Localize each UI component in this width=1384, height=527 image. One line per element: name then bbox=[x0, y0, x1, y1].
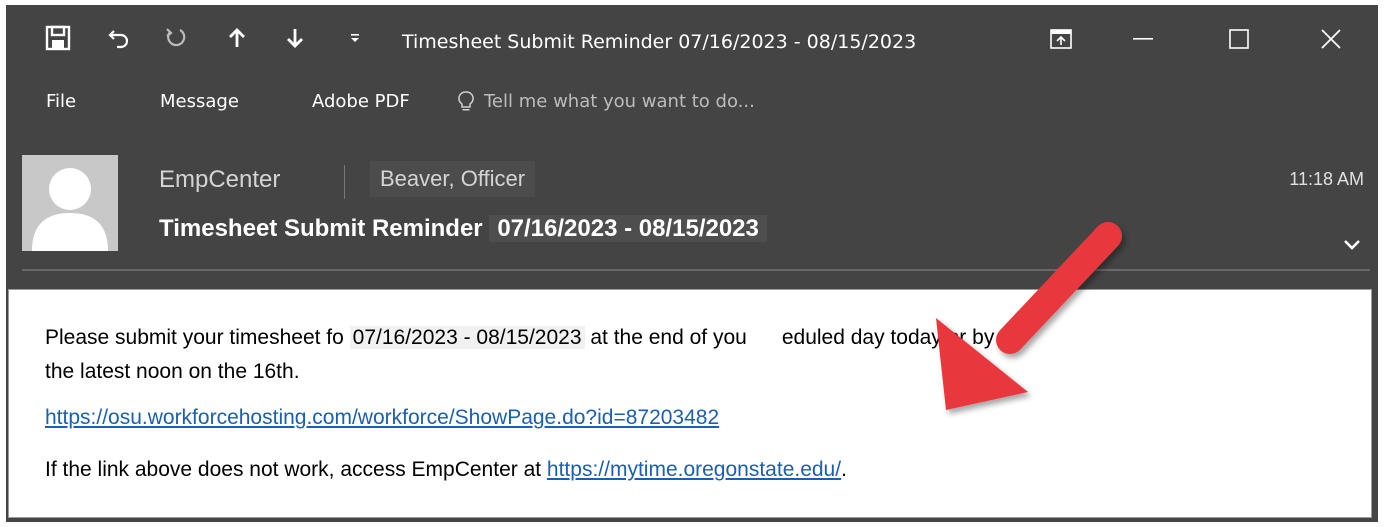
ribbon-display-options-icon[interactable] bbox=[1036, 21, 1086, 57]
mytime-link[interactable]: https://mytime.oregonstate.edu/ bbox=[547, 458, 841, 481]
subject-dates: 07/16/2023 - 08/15/2023 bbox=[489, 215, 767, 242]
chevron-down-icon[interactable] bbox=[1340, 233, 1364, 257]
body-text-4b: . bbox=[841, 458, 847, 481]
header-divider bbox=[22, 269, 1370, 271]
received-time: 11:18 AM bbox=[1289, 169, 1364, 189]
tab-file[interactable]: File bbox=[46, 85, 76, 119]
redo-icon[interactable] bbox=[158, 23, 192, 53]
sender-name[interactable]: EmpCenter bbox=[159, 163, 280, 197]
next-item-icon[interactable] bbox=[278, 23, 312, 53]
body-text-1b: at the end of you eduled day today or by bbox=[590, 326, 995, 349]
subject-text: Timesheet Submit Reminder bbox=[159, 215, 483, 242]
body-dates: 07/16/2023 - 08/15/2023 bbox=[349, 326, 585, 349]
outlook-message-window: Timesheet Submit Reminder 07/16/2023 - 0… bbox=[6, 5, 1378, 522]
maximize-icon[interactable] bbox=[1214, 21, 1264, 57]
body-line-3: https://osu.workforcehosting.com/workfor… bbox=[45, 406, 719, 430]
body-text-1a: Please submit your timesheet fo bbox=[45, 326, 344, 349]
message-body: Please submit your timesheet fo 07/16/20… bbox=[8, 289, 1372, 518]
tell-me-search[interactable]: Tell me what you want to do... bbox=[458, 85, 755, 119]
avatar bbox=[22, 155, 118, 251]
undo-icon[interactable] bbox=[102, 23, 136, 53]
body-text-4a: If the link above does not work, access … bbox=[45, 458, 547, 481]
timesheet-link[interactable]: https://osu.workforcehosting.com/workfor… bbox=[45, 406, 719, 429]
body-line-2: the latest noon on the 16th. bbox=[45, 360, 300, 383]
customize-toolbar-icon[interactable] bbox=[340, 23, 370, 53]
header-separator bbox=[344, 165, 345, 199]
close-icon[interactable] bbox=[1306, 21, 1356, 57]
message-subject: Timesheet Submit Reminder 07/16/2023 - 0… bbox=[159, 209, 767, 249]
tab-adobe-pdf[interactable]: Adobe PDF bbox=[312, 85, 410, 119]
title-bar: Timesheet Submit Reminder 07/16/2023 - 0… bbox=[6, 5, 1378, 83]
body-line-4: If the link above does not work, access … bbox=[45, 458, 847, 482]
message-header: EmpCenter Beaver, Officer Timesheet Subm… bbox=[6, 137, 1378, 273]
recipient-name[interactable]: Beaver, Officer bbox=[370, 161, 536, 197]
tell-me-placeholder: Tell me what you want to do... bbox=[484, 91, 755, 112]
window-title: Timesheet Submit Reminder 07/16/2023 - 0… bbox=[402, 31, 917, 53]
tab-message[interactable]: Message bbox=[160, 85, 239, 119]
previous-item-icon[interactable] bbox=[220, 23, 254, 53]
person-icon bbox=[22, 155, 118, 251]
lightbulb-icon bbox=[458, 91, 474, 113]
minimize-icon[interactable] bbox=[1118, 21, 1168, 57]
body-line-1: Please submit your timesheet fo 07/16/20… bbox=[45, 326, 994, 350]
save-icon[interactable] bbox=[40, 23, 76, 53]
